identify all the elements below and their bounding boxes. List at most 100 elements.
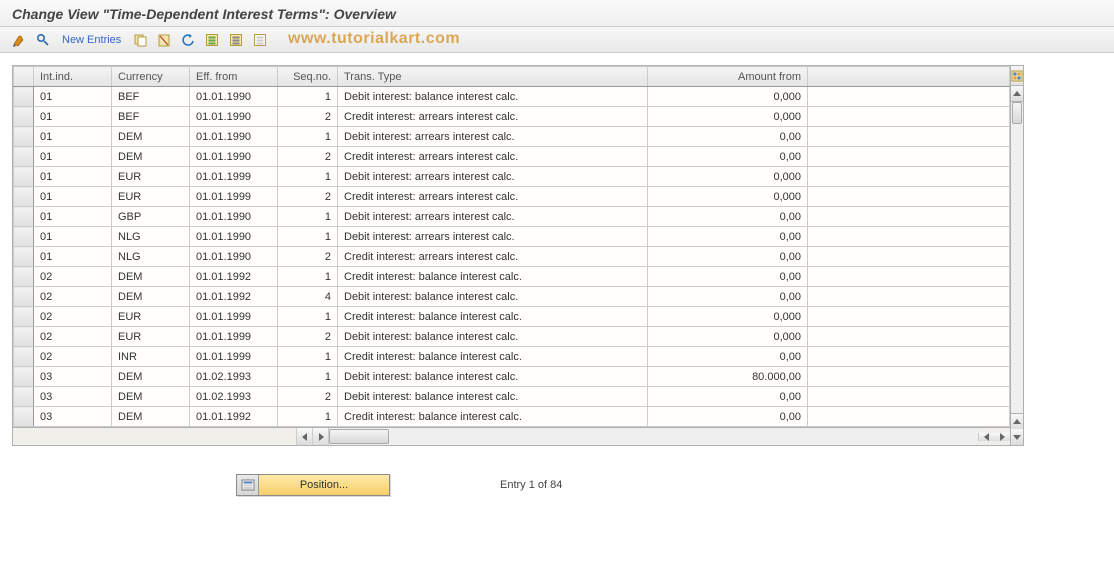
cell-type[interactable]: Debit interest: balance interest calc. — [338, 327, 648, 347]
table-row[interactable]: 01BEF01.01.19901Debit interest: balance … — [14, 87, 1010, 107]
table-row[interactable]: 01DEM01.01.19902Credit interest: arrears… — [14, 147, 1010, 167]
new-entries-button[interactable]: New Entries — [58, 34, 125, 46]
cell-type[interactable]: Debit interest: balance interest calc. — [338, 287, 648, 307]
cell-int[interactable]: 02 — [34, 287, 112, 307]
cell-eff[interactable]: 01.01.1990 — [190, 107, 278, 127]
vscroll-down-button[interactable] — [1011, 429, 1023, 445]
cell-type[interactable]: Credit interest: arrears interest calc. — [338, 247, 648, 267]
row-select-cell[interactable] — [14, 287, 34, 307]
cell-seq[interactable]: 2 — [278, 107, 338, 127]
cell-amount[interactable]: 0,000 — [648, 107, 808, 127]
col-currency[interactable]: Currency — [112, 67, 190, 87]
cell-seq[interactable]: 1 — [278, 267, 338, 287]
cell-eff[interactable]: 01.01.1990 — [190, 87, 278, 107]
row-select-cell[interactable] — [14, 347, 34, 367]
table-row[interactable]: 01EUR01.01.19992Credit interest: arrears… — [14, 187, 1010, 207]
cell-currency[interactable]: INR — [112, 347, 190, 367]
cell-int[interactable]: 01 — [34, 207, 112, 227]
cell-int[interactable]: 01 — [34, 227, 112, 247]
table-row[interactable]: 01EUR01.01.19991Debit interest: arrears … — [14, 167, 1010, 187]
col-eff[interactable]: Eff. from — [190, 67, 278, 87]
cell-seq[interactable]: 1 — [278, 207, 338, 227]
cell-type[interactable]: Credit interest: balance interest calc. — [338, 407, 648, 427]
cell-amount[interactable]: 0,000 — [648, 327, 808, 347]
cell-type[interactable]: Debit interest: arrears interest calc. — [338, 167, 648, 187]
cell-seq[interactable]: 1 — [278, 87, 338, 107]
cell-type[interactable]: Credit interest: arrears interest calc. — [338, 187, 648, 207]
cell-amount[interactable]: 0,000 — [648, 167, 808, 187]
cell-int[interactable]: 02 — [34, 267, 112, 287]
cell-amount[interactable]: 0,000 — [648, 307, 808, 327]
cell-seq[interactable]: 1 — [278, 167, 338, 187]
col-seq[interactable]: Seq.no. — [278, 67, 338, 87]
cell-int[interactable]: 01 — [34, 87, 112, 107]
cell-seq[interactable]: 4 — [278, 287, 338, 307]
hscroll-right-button-2[interactable] — [994, 433, 1010, 441]
cell-seq[interactable]: 1 — [278, 347, 338, 367]
table-config-icon[interactable] — [1011, 66, 1023, 86]
cell-currency[interactable]: EUR — [112, 327, 190, 347]
cell-seq[interactable]: 1 — [278, 227, 338, 247]
hscroll-left-button-2[interactable] — [978, 433, 994, 441]
cell-amount[interactable]: 0,00 — [648, 127, 808, 147]
cell-eff[interactable]: 01.01.1992 — [190, 407, 278, 427]
cell-int[interactable]: 03 — [34, 387, 112, 407]
cell-amount[interactable]: 0,00 — [648, 347, 808, 367]
table-row[interactable]: 01GBP01.01.19901Debit interest: arrears … — [14, 207, 1010, 227]
cell-amount[interactable]: 0,00 — [648, 387, 808, 407]
table-row[interactable]: 01BEF01.01.19902Credit interest: arrears… — [14, 107, 1010, 127]
row-select-cell[interactable] — [14, 167, 34, 187]
row-select-cell[interactable] — [14, 367, 34, 387]
row-select-cell[interactable] — [14, 267, 34, 287]
position-icon[interactable] — [237, 475, 259, 495]
cell-currency[interactable]: NLG — [112, 227, 190, 247]
cell-currency[interactable]: BEF — [112, 87, 190, 107]
cell-type[interactable]: Credit interest: arrears interest calc. — [338, 147, 648, 167]
delete-icon[interactable] — [155, 31, 173, 49]
cell-type[interactable]: Credit interest: balance interest calc. — [338, 307, 648, 327]
cell-int[interactable]: 02 — [34, 327, 112, 347]
table-row[interactable]: 02EUR01.01.19992Debit interest: balance … — [14, 327, 1010, 347]
col-int[interactable]: Int.ind. — [34, 67, 112, 87]
cell-currency[interactable]: DEM — [112, 287, 190, 307]
cell-currency[interactable]: EUR — [112, 307, 190, 327]
cell-type[interactable]: Debit interest: balance interest calc. — [338, 87, 648, 107]
cell-seq[interactable]: 2 — [278, 187, 338, 207]
cell-currency[interactable]: EUR — [112, 187, 190, 207]
cell-type[interactable]: Debit interest: balance interest calc. — [338, 367, 648, 387]
row-select-cell[interactable] — [14, 327, 34, 347]
cell-amount[interactable]: 0,00 — [648, 207, 808, 227]
cell-currency[interactable]: DEM — [112, 147, 190, 167]
table-row[interactable]: 01NLG01.01.19901Debit interest: arrears … — [14, 227, 1010, 247]
hscroll-thumb[interactable] — [329, 429, 389, 444]
cell-int[interactable]: 03 — [34, 407, 112, 427]
cell-int[interactable]: 01 — [34, 247, 112, 267]
table-row[interactable]: 02EUR01.01.19991Credit interest: balance… — [14, 307, 1010, 327]
row-select-cell[interactable] — [14, 87, 34, 107]
cell-eff[interactable]: 01.01.1999 — [190, 187, 278, 207]
cell-amount[interactable]: 0,000 — [648, 187, 808, 207]
cell-seq[interactable]: 1 — [278, 367, 338, 387]
row-select-cell[interactable] — [14, 407, 34, 427]
cell-seq[interactable]: 1 — [278, 307, 338, 327]
cell-eff[interactable]: 01.02.1993 — [190, 387, 278, 407]
cell-seq[interactable]: 2 — [278, 147, 338, 167]
cell-eff[interactable]: 01.01.1992 — [190, 287, 278, 307]
row-select-cell[interactable] — [14, 387, 34, 407]
cell-currency[interactable]: DEM — [112, 407, 190, 427]
cell-amount[interactable]: 0,00 — [648, 227, 808, 247]
cell-currency[interactable]: BEF — [112, 107, 190, 127]
table-row[interactable]: 02DEM01.01.19924Debit interest: balance … — [14, 287, 1010, 307]
cell-currency[interactable]: DEM — [112, 387, 190, 407]
cell-int[interactable]: 02 — [34, 307, 112, 327]
select-all-icon[interactable] — [203, 31, 221, 49]
cell-currency[interactable]: DEM — [112, 267, 190, 287]
cell-seq[interactable]: 2 — [278, 387, 338, 407]
cell-eff[interactable]: 01.01.1990 — [190, 227, 278, 247]
cell-eff[interactable]: 01.01.1999 — [190, 167, 278, 187]
col-amount[interactable]: Amount from — [648, 67, 808, 87]
cell-type[interactable]: Debit interest: balance interest calc. — [338, 387, 648, 407]
cell-eff[interactable]: 01.01.1990 — [190, 127, 278, 147]
hscroll-right-button[interactable] — [313, 428, 329, 445]
vscroll-up-button-2[interactable] — [1011, 413, 1023, 429]
